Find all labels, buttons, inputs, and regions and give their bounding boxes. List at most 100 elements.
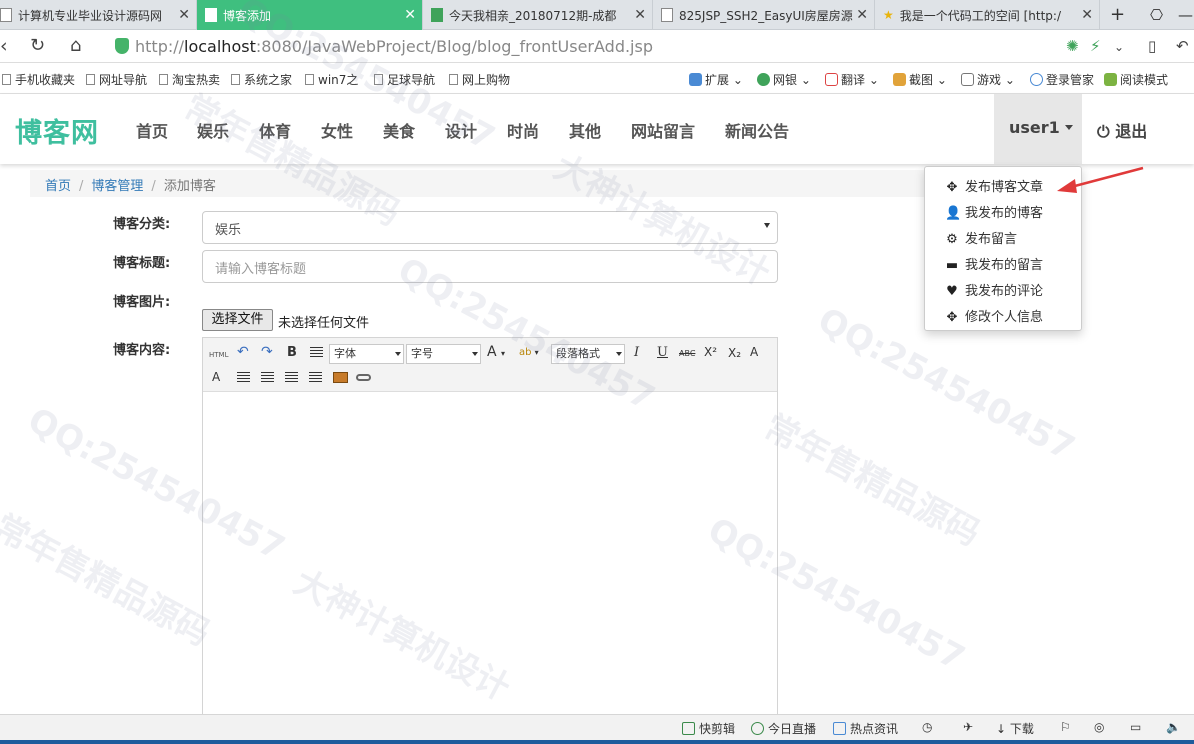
browser-tab-bar: 计算机专业毕业设计源码网 ✕ 博客添加 ✕ 今天我相亲_20180712期-成都… [0,0,1194,30]
font-family-select[interactable]: 字体 [329,344,404,364]
font-reset-icon[interactable]: A [212,369,220,385]
browser-tab[interactable]: 计算机专业毕业设计源码网 ✕ [0,0,197,30]
nav-other[interactable]: 其他 [569,118,601,142]
games-button[interactable]: 游戏 ⌄ [961,71,1015,88]
breadcrumb-home[interactable]: 首页 [45,179,71,194]
reload-icon[interactable]: ↻ [30,35,45,56]
hot-news-button[interactable]: 热点资讯 [833,720,898,737]
align-justify-icon[interactable] [309,372,322,383]
reader-mode-button[interactable]: 阅读模式 [1104,71,1168,88]
menu-post-message[interactable]: ⚙ 发布留言 [945,228,1017,247]
close-icon[interactable]: ✕ [1081,7,1093,23]
nav-fashion[interactable]: 时尚 [507,118,539,142]
title-input[interactable]: 请输入博客标题 [202,250,778,283]
flag-icon[interactable]: ⚐ [1060,720,1071,734]
bank-button[interactable]: 网银 ⌄ [757,71,811,88]
menu-edit-profile[interactable]: ✥ 修改个人信息 [945,306,1043,325]
close-icon[interactable]: ✕ [634,7,646,23]
bookmark-item[interactable]: win7之 [305,71,358,88]
undo-icon[interactable]: ↶ [1176,37,1189,55]
nav-women[interactable]: 女性 [321,118,353,142]
back-icon[interactable]: ‹ [0,35,8,57]
superscript-button[interactable]: X² [704,344,717,360]
chevron-down-icon[interactable]: ⌄ [1114,40,1124,54]
bookmark-item[interactable]: 手机收藏夹 [2,71,75,88]
screenshot-button[interactable]: 截图 ⌄ [893,71,947,88]
browser-tab[interactable]: 今天我相亲_20180712期-成都 ✕ [423,0,653,30]
phone-icon[interactable]: ▯ [1148,37,1156,55]
pin-icon[interactable]: ✈ [963,720,973,734]
nav-sports[interactable]: 体育 [259,118,291,142]
watermark: 常年售精品源码 [0,507,217,655]
font-color-button[interactable]: A ▾ [487,344,505,362]
subscript-button[interactable]: X₂ [728,345,741,361]
history-icon[interactable]: ◷ [922,720,932,734]
browser-tab[interactable]: ★ 我是一个代码工的空间 [http:/ ✕ [875,0,1100,30]
browser-tab-active[interactable]: 博客添加 ✕ [197,0,423,30]
redo-icon[interactable]: ↷ [261,344,273,360]
url-field[interactable]: http://localhost:8080/JavaWebProject/Blo… [135,37,653,56]
strikethrough-button[interactable]: ABC [679,346,695,362]
nav-guestbook[interactable]: 网站留言 [631,118,695,142]
minimize-icon[interactable]: — [1178,6,1193,24]
html-source-button[interactable]: HTML [209,347,228,363]
browser-tab[interactable]: 825JSP_SSH2_EasyUI房屋房源 ✕ [653,0,875,30]
live-button[interactable]: 今日直播 [751,720,816,737]
highlight-button[interactable]: ab ▾ [519,345,539,361]
nav-design[interactable]: 设计 [445,118,477,142]
browser-icon[interactable]: ◎ [1094,720,1104,734]
menu-my-messages[interactable]: ▬ 我发布的留言 [945,254,1043,273]
align-left-icon[interactable] [237,372,250,383]
login-manager-button[interactable]: 登录管家 [1030,71,1094,88]
nav-home[interactable]: 首页 [136,118,168,142]
speed-icon[interactable]: ✺ [1066,37,1079,55]
align-center-icon[interactable] [261,372,274,383]
nav-food[interactable]: 美食 [383,118,415,142]
url-path: :8080/JavaWebProject/Blog/blog_frontUser… [255,37,653,56]
bookmark-item[interactable]: 足球导航 [374,71,435,88]
breadcrumb-blog-manage[interactable]: 博客管理 [91,179,143,194]
menu-my-comments[interactable]: ♥ 我发布的评论 [945,280,1043,299]
underline-button[interactable]: U [657,345,668,361]
lightning-icon[interactable]: ⚡ [1090,37,1101,55]
new-tab-icon[interactable]: + [1110,4,1125,25]
close-icon[interactable]: ✕ [856,7,868,23]
font-size-select[interactable]: 字号 [406,344,481,364]
choose-file-button[interactable]: 选择文件 [202,309,273,331]
user-menu-toggle[interactable]: user1 [994,94,1082,164]
bookmark-item[interactable]: 网上购物 [449,71,510,88]
tab-title: 825JSP_SSH2_EasyUI房屋房源 [679,8,853,23]
bookmark-item[interactable]: 系统之家 [231,71,292,88]
quick-clip-button[interactable]: 快剪辑 [682,720,735,737]
category-selected-value: 娱乐 [215,223,242,238]
window-icon[interactable]: ▭ [1130,720,1141,734]
close-icon[interactable]: ✕ [178,7,190,23]
bold-button[interactable]: B [287,345,297,361]
clear-format-button[interactable]: A [750,344,758,360]
home-icon[interactable]: ⌂ [70,35,81,56]
image-insert-icon[interactable] [333,372,348,383]
close-icon[interactable]: ✕ [404,7,416,23]
nav-entertainment[interactable]: 娱乐 [197,118,229,142]
download-button[interactable]: ↓ 下载 [996,720,1034,737]
italic-button[interactable]: I [634,345,639,361]
align-right-icon[interactable] [285,372,298,383]
menu-publish-blog[interactable]: ✥ 发布博客文章 [945,176,1043,195]
translate-icon [825,73,838,86]
undo-icon[interactable]: ↶ [237,344,249,360]
volume-icon[interactable]: 🔈 [1166,720,1181,734]
bookmark-item[interactable]: 淘宝热卖 [159,71,220,88]
nav-news[interactable]: 新闻公告 [725,118,789,142]
paragraph-format-select[interactable]: 段落格式 [551,344,625,364]
extensions-button[interactable]: 扩展 ⌄ [689,71,743,88]
link-icon[interactable] [356,374,371,381]
category-select[interactable]: 娱乐 [202,211,778,244]
logout-link[interactable]: ⏻ 退出 [1097,118,1147,142]
menu-my-blogs[interactable]: 👤 我发布的博客 [945,202,1043,221]
site-logo[interactable]: 博客网 [15,111,99,150]
paragraph-icon[interactable] [310,347,323,358]
restore-icon[interactable]: ⎔ [1150,6,1163,24]
bookmark-item[interactable]: 网址导航 [86,71,147,88]
translate-button[interactable]: 翻译 ⌄ [825,71,879,88]
video-clip-icon [682,722,695,735]
